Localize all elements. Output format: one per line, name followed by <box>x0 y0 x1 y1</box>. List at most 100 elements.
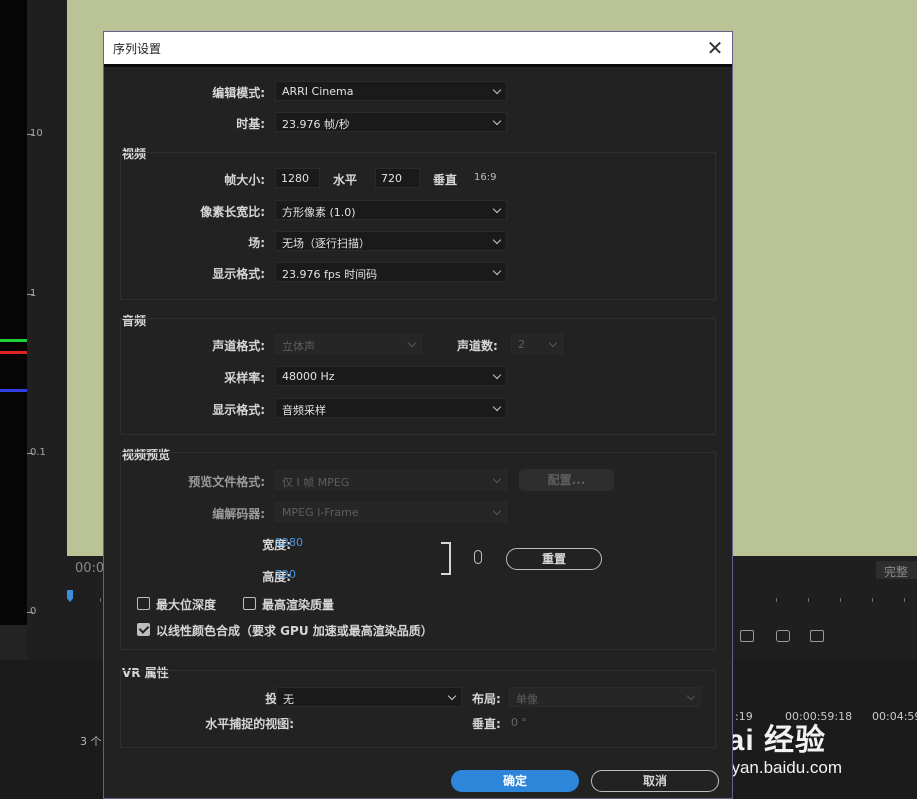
items-count: 3 个 <box>80 735 102 748</box>
editing-mode-label: 编辑模式: <box>212 86 265 100</box>
scope-scale <box>27 0 67 660</box>
preview-file-format-dropdown[interactable]: 仅 I 帧 MPEG <box>275 470 507 490</box>
codec-value: MPEG I-Frame <box>282 506 359 519</box>
video-display-format-label: 显示格式: <box>212 267 265 281</box>
ruler-tick <box>840 598 841 602</box>
linear-color-checkbox[interactable] <box>137 623 150 636</box>
fields-label: 场: <box>248 236 265 250</box>
chevron-down-icon <box>492 204 502 214</box>
channel-format-label: 声道格式: <box>212 339 265 353</box>
timebase-dropdown[interactable]: 23.976 帧/秒 <box>275 112 507 132</box>
fields-dropdown[interactable]: 无场（逐行扫描） <box>275 231 507 251</box>
chevron-down-icon <box>407 338 417 348</box>
editing-mode-value: ARRI Cinema <box>282 85 354 98</box>
layout-label: 布局: <box>472 692 501 706</box>
aspect-ratio-text: 16:9 <box>474 172 497 183</box>
audio-display-format-label: 显示格式: <box>212 403 265 417</box>
timebase-value: 23.976 帧/秒 <box>282 118 350 131</box>
chevron-down-icon <box>492 370 502 380</box>
channels-label: 声道数: <box>457 339 498 353</box>
configure-button[interactable]: 配置... <box>519 469 614 491</box>
link-icon[interactable] <box>474 550 482 564</box>
sample-rate-label: 采样率: <box>224 371 265 385</box>
max-bit-depth-label[interactable]: 最大位深度 <box>156 596 216 613</box>
ruler-tick <box>808 598 809 602</box>
video-display-format-dropdown[interactable]: 23.976 fps 时间码 <box>275 262 507 282</box>
video-display-format-value: 23.976 fps 时间码 <box>282 268 378 281</box>
chevron-down-icon <box>492 474 502 484</box>
projection-value: 无 <box>283 693 294 706</box>
layout-value: 单像 <box>516 693 538 706</box>
chevron-down-icon <box>492 266 502 276</box>
resolution-dropdown[interactable]: 完整 <box>876 561 917 579</box>
horizontal-label: 水平 <box>333 173 358 187</box>
reset-button[interactable]: 重置 <box>506 548 602 570</box>
editing-mode-dropdown[interactable]: ARRI Cinema <box>275 81 507 101</box>
preview-height-value[interactable]: 720 <box>275 568 296 581</box>
pixel-aspect-value: 方形像素 (1.0) <box>282 206 356 219</box>
h-view-value: 0 ° <box>276 716 292 729</box>
preview-width-value[interactable]: 1280 <box>275 536 303 549</box>
compare-icon[interactable] <box>810 630 824 642</box>
pixel-aspect-label: 像素长宽比: <box>200 205 265 219</box>
sequence-settings-dialog: 序列设置 ✕ 编辑模式: ARRI Cinema 时基: 23.976 帧/秒 … <box>103 31 733 799</box>
projection-dropdown[interactable]: 无 <box>276 687 462 707</box>
scope-label: 1 <box>30 288 37 299</box>
v-view-label: 垂直: <box>472 717 501 731</box>
close-icon[interactable]: ✕ <box>702 35 728 61</box>
channels-value: 2 <box>518 338 525 351</box>
vertical-label: 垂直 <box>433 173 458 187</box>
max-render-quality-checkbox[interactable] <box>243 597 256 610</box>
ruler-tick <box>776 598 777 602</box>
vr-group <box>120 670 716 748</box>
scope-label: 0 <box>30 606 37 617</box>
titlebar-divider <box>104 64 732 67</box>
audio-display-format-value: 音频采样 <box>282 404 326 417</box>
audio-display-format-dropdown[interactable]: 音频采样 <box>275 398 507 418</box>
channels-dropdown[interactable]: 2 <box>511 334 563 354</box>
chevron-down-icon <box>492 116 502 126</box>
insert-icon[interactable] <box>740 630 754 642</box>
dialog-titlebar[interactable]: 序列设置 ✕ <box>104 32 732 64</box>
v-view-value: 0 ° <box>511 716 527 729</box>
scope-label: 10 <box>30 128 43 139</box>
linear-color-label[interactable]: 以线性颜色合成（要求 GPU 加速或最高渲染品质） <box>156 622 433 639</box>
ruler-tick <box>872 598 873 602</box>
cancel-button[interactable]: 取消 <box>591 770 719 792</box>
chevron-down-icon <box>686 691 696 701</box>
scope-label: 0.1 <box>30 447 46 458</box>
dialog-title: 序列设置 <box>113 42 162 56</box>
playhead-timecode[interactable]: 00:0 <box>75 561 104 576</box>
frame-size-label: 帧大小: <box>224 173 265 187</box>
camera-icon[interactable] <box>776 630 790 642</box>
scope-red-trace <box>0 351 27 354</box>
ok-button[interactable]: 确定 <box>451 770 579 792</box>
preview-file-format-label: 预览文件格式: <box>188 475 265 489</box>
timeline-timecode: 00:04:59 <box>872 710 917 723</box>
layout-dropdown[interactable]: 单像 <box>509 687 701 707</box>
scope-blue-trace <box>0 389 27 392</box>
frame-width-input[interactable]: 1280 <box>275 168 320 188</box>
chevron-down-icon <box>447 691 457 701</box>
chevron-down-icon <box>492 85 502 95</box>
pixel-aspect-dropdown[interactable]: 方形像素 (1.0) <box>275 200 507 220</box>
fields-value: 无场（逐行扫描） <box>282 237 370 250</box>
channel-format-value: 立体声 <box>282 340 315 353</box>
codec-dropdown[interactable]: MPEG I-Frame <box>275 502 507 522</box>
chevron-down-icon <box>492 402 502 412</box>
sample-rate-dropdown[interactable]: 48000 Hz <box>275 366 507 386</box>
channel-format-dropdown[interactable]: 立体声 <box>275 334 422 354</box>
chevron-down-icon <box>492 506 502 516</box>
ruler-tick <box>904 598 905 602</box>
aspect-bracket <box>441 542 451 575</box>
frame-height-input[interactable]: 720 <box>375 168 420 188</box>
chevron-down-icon <box>548 338 558 348</box>
sample-rate-value: 48000 Hz <box>282 370 335 383</box>
codec-label: 编解码器: <box>212 507 265 521</box>
max-render-quality-label[interactable]: 最高渲染质量 <box>262 596 334 613</box>
ruler-tick <box>100 598 101 602</box>
lumetri-scope <box>0 0 27 625</box>
scope-green-trace <box>0 339 27 342</box>
timebase-label: 时基: <box>236 117 265 131</box>
max-bit-depth-checkbox[interactable] <box>137 597 150 610</box>
